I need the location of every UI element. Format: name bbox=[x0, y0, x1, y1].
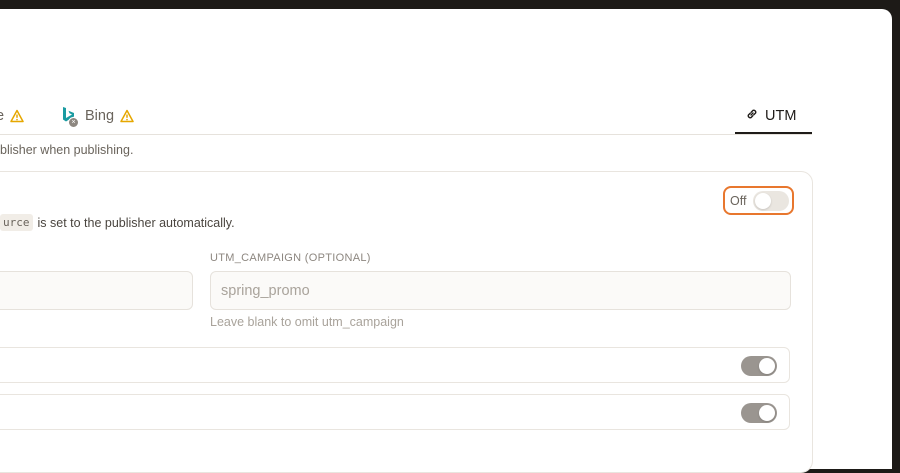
card-description: urce is set to the publisher automatical… bbox=[0, 214, 235, 231]
disconnected-badge-icon: × bbox=[68, 117, 79, 128]
helper-text: blisher when publishing. bbox=[0, 143, 134, 157]
card-description-text: is set to the publisher automatically. bbox=[37, 215, 235, 230]
tabs-divider bbox=[0, 134, 812, 135]
utm-medium-input[interactable] bbox=[0, 271, 193, 310]
toggle-knob bbox=[759, 405, 775, 421]
tab-google-label: e bbox=[0, 108, 5, 124]
tab-utm-label: UTM bbox=[765, 108, 797, 124]
toggle-state-label: Off bbox=[730, 193, 747, 208]
publisher-row bbox=[0, 394, 790, 430]
tab-utm[interactable]: UTM bbox=[745, 104, 796, 128]
link-icon bbox=[745, 107, 759, 125]
tab-bing[interactable]: × Bing bbox=[61, 104, 134, 128]
utm-campaign-input[interactable] bbox=[210, 271, 791, 310]
toggle-knob bbox=[755, 192, 772, 209]
utm-campaign-hint: Leave blank to omit utm_campaign bbox=[210, 315, 404, 329]
tab-bing-label: Bing bbox=[85, 108, 115, 124]
utm-toggle-switch[interactable] bbox=[753, 190, 790, 211]
publisher-toggle[interactable] bbox=[741, 403, 777, 423]
bing-logo-icon: × bbox=[61, 106, 79, 128]
utm-campaign-label: UTM_CAMPAIGN (OPTIONAL) bbox=[210, 252, 371, 264]
toggle-knob bbox=[759, 358, 775, 374]
tab-google[interactable]: e bbox=[0, 104, 24, 128]
publisher-toggle[interactable] bbox=[741, 356, 777, 376]
utm-source-code: urce bbox=[0, 214, 33, 231]
warning-icon bbox=[120, 109, 134, 123]
utm-master-toggle[interactable]: Off bbox=[723, 186, 794, 215]
warning-icon bbox=[10, 109, 24, 123]
publisher-row bbox=[0, 347, 790, 383]
